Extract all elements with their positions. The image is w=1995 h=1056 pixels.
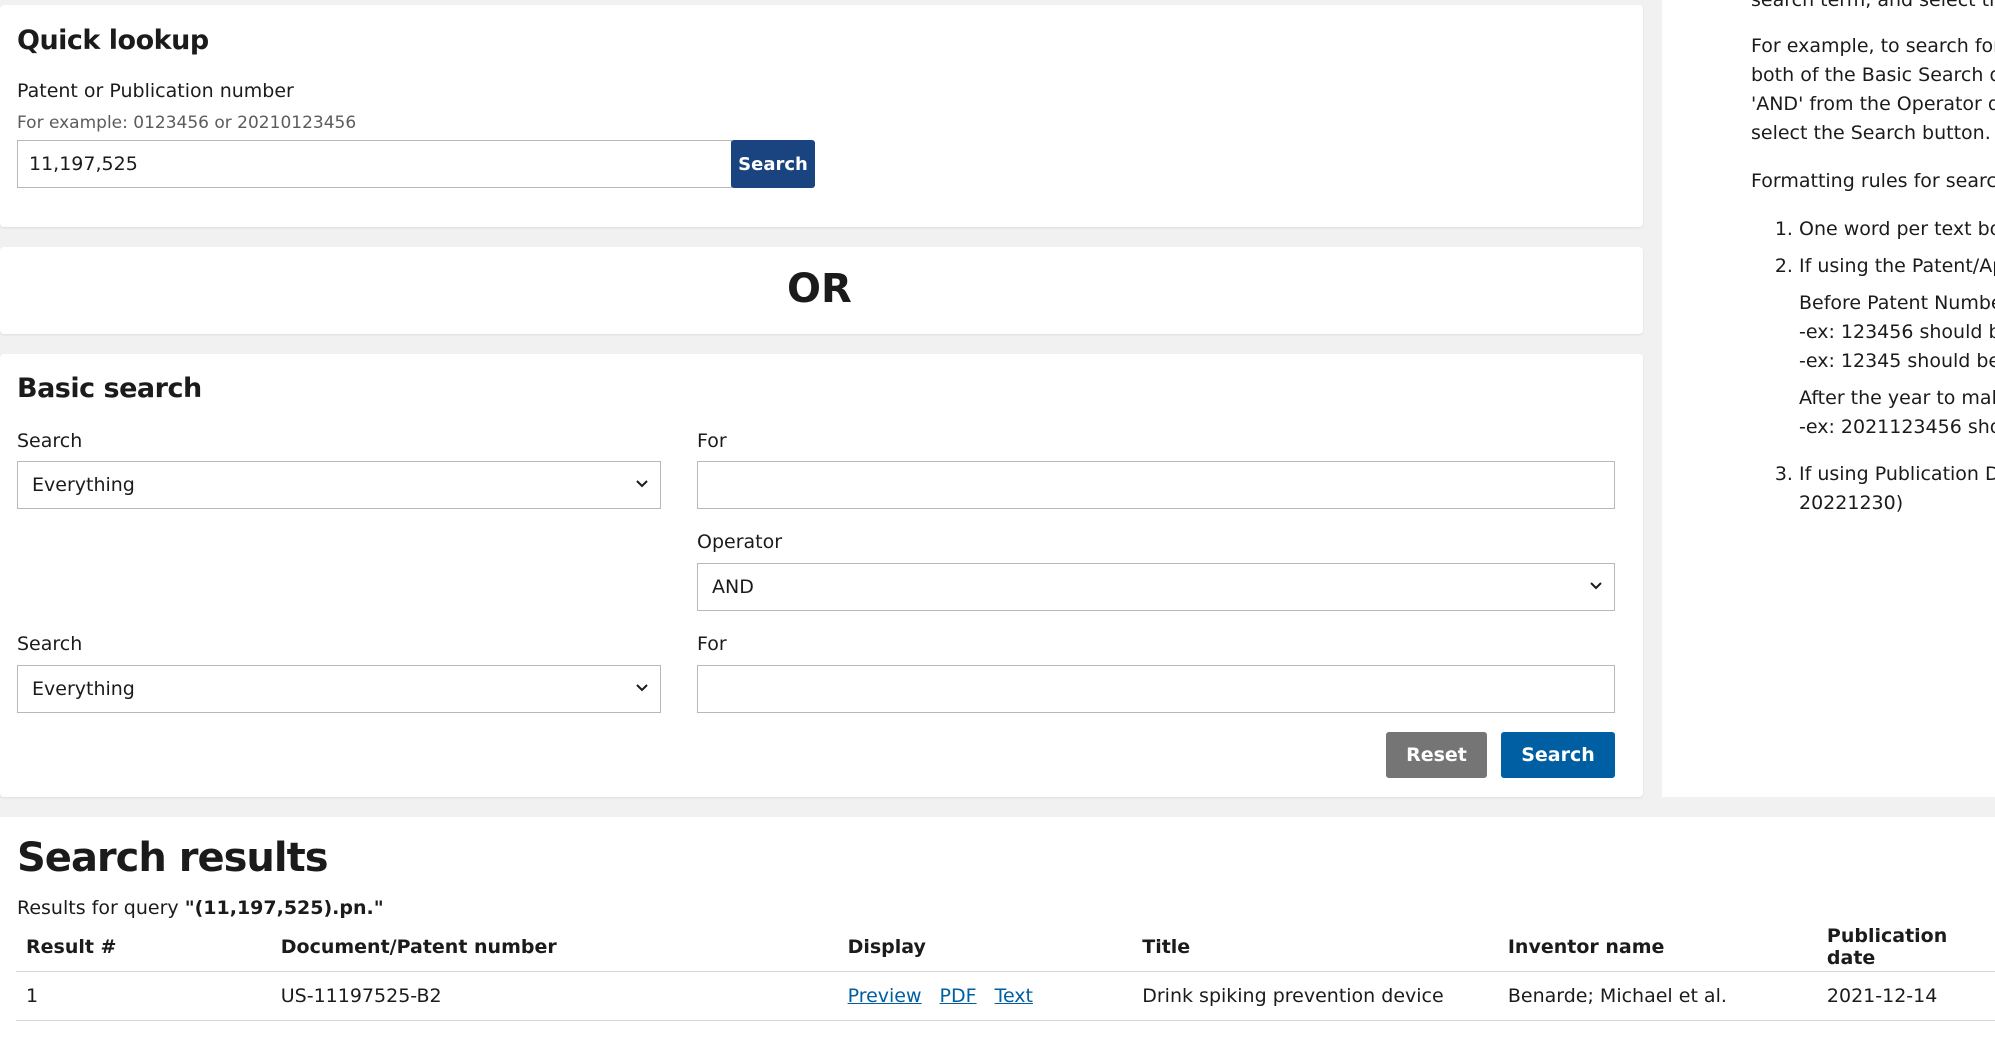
text-link[interactable]: Text [995, 985, 1033, 1007]
help-rule-2-after-line: -ex: 2021123456 shou [1799, 416, 1995, 438]
help-rule-1: One word per text box [1799, 215, 1995, 244]
help-example-line: For example, to search for t [1751, 35, 1995, 57]
patent-number-input[interactable] [17, 140, 732, 188]
help-rule-2-after-line: After the year to make [1799, 387, 1995, 409]
search-field-value-2: Everything [32, 678, 135, 700]
help-rule-2-line: If using the Patent/Ap [1799, 255, 1995, 277]
reset-button[interactable]: Reset [1386, 732, 1487, 778]
help-line-top: search term, and select the [1751, 0, 1995, 11]
help-example-line: select the Search button. [1751, 122, 1991, 144]
publication-date: 2021-12-14 [1816, 971, 1995, 1021]
help-example-line: 'AND' from the Operator dro [1751, 93, 1995, 115]
col-publication-date: Publication date [1816, 923, 1995, 972]
for-input-1[interactable] [697, 461, 1615, 509]
display-links: Preview PDF Text [837, 971, 1133, 1021]
help-rule-3-line: If using Publication Da [1799, 463, 1995, 485]
table-row: 1 US-11197525-B2 Preview PDF Text Drink sp… [16, 971, 1995, 1021]
search-field-select-1[interactable]: Everything [17, 461, 661, 509]
for-input-2[interactable] [697, 665, 1615, 713]
operator-label: Operator [697, 531, 783, 553]
chevron-down-icon [636, 684, 648, 694]
results-query-prefix: Results for query [17, 897, 185, 919]
search-help-panel: search term, and select the For example,… [1662, 0, 1995, 797]
for-label-1: For [697, 430, 727, 452]
search-field-value-1: Everything [32, 474, 135, 496]
help-rule-2-before: Before Patent Number -ex: 123456 should … [1799, 289, 1995, 376]
result-number: 1 [16, 971, 271, 1021]
basic-search-title: Basic search [17, 373, 202, 404]
help-example-line: both of the Basic Search dro [1751, 64, 1995, 86]
search-field-select-2[interactable]: Everything [17, 665, 661, 713]
document-number: US-11197525-B2 [270, 971, 838, 1021]
help-rule-3-line: 20221230) [1799, 492, 1904, 514]
help-example-paragraph: For example, to search for t both of the… [1751, 32, 1995, 148]
operator-value: AND [712, 576, 754, 598]
results-table: Result # Document/Patent number Display … [16, 923, 1995, 1021]
help-rule-2: If using the Patent/Ap Before Patent Num… [1799, 252, 1995, 442]
results-query-value: "(11,197,525).pn." [184, 897, 384, 919]
patent-number-label: Patent or Publication number [17, 80, 294, 102]
help-rule-2-after: After the year to make -ex: 2021123456 s… [1799, 384, 1995, 442]
for-label-2: For [697, 633, 727, 655]
pdf-link[interactable]: PDF [940, 985, 977, 1007]
help-rule-2-before-line: -ex: 12345 should be e [1799, 350, 1995, 372]
col-inventor: Inventor name [1497, 923, 1817, 972]
preview-link[interactable]: Preview [848, 985, 922, 1007]
patent-number-hint: For example: 0123456 or 20210123456 [17, 113, 357, 133]
results-header-row: Result # Document/Patent number Display … [16, 923, 1995, 972]
chevron-down-icon [1590, 582, 1602, 592]
basic-search-button[interactable]: Search [1501, 732, 1615, 778]
operator-select[interactable]: AND [697, 563, 1615, 611]
basic-search-card: Basic search Search Everything For Opera… [0, 354, 1643, 797]
quick-lookup-card: Quick lookup Patent or Publication numbe… [0, 5, 1643, 227]
col-display: Display [837, 923, 1133, 972]
help-rules-list: One word per text box If using the Paten… [1751, 215, 1995, 518]
search-field-label-1: Search [17, 430, 83, 452]
or-label: OR [787, 266, 852, 312]
search-field-label-2: Search [17, 633, 83, 655]
col-document-number: Document/Patent number [270, 923, 838, 972]
help-rule-3: If using Publication Da 20221230) [1799, 460, 1995, 518]
inventor-name: Benarde; Michael et al. [1497, 971, 1817, 1021]
quick-lookup-search-button[interactable]: Search [731, 140, 815, 188]
col-result: Result # [16, 923, 271, 972]
chevron-down-icon [636, 480, 648, 490]
result-title: Drink spiking prevention device [1132, 971, 1498, 1021]
search-results-title: Search results [17, 835, 329, 881]
help-rule-2-before-line: -ex: 123456 should be [1799, 321, 1995, 343]
col-title: Title [1132, 923, 1498, 972]
help-formatting-heading: Formatting rules for search [1751, 170, 1995, 192]
help-rule-2-before-line: Before Patent Number [1799, 292, 1995, 314]
quick-lookup-title: Quick lookup [17, 25, 209, 56]
or-divider-card: OR [0, 247, 1643, 334]
results-query-text: Results for query "(11,197,525).pn." [17, 897, 384, 919]
